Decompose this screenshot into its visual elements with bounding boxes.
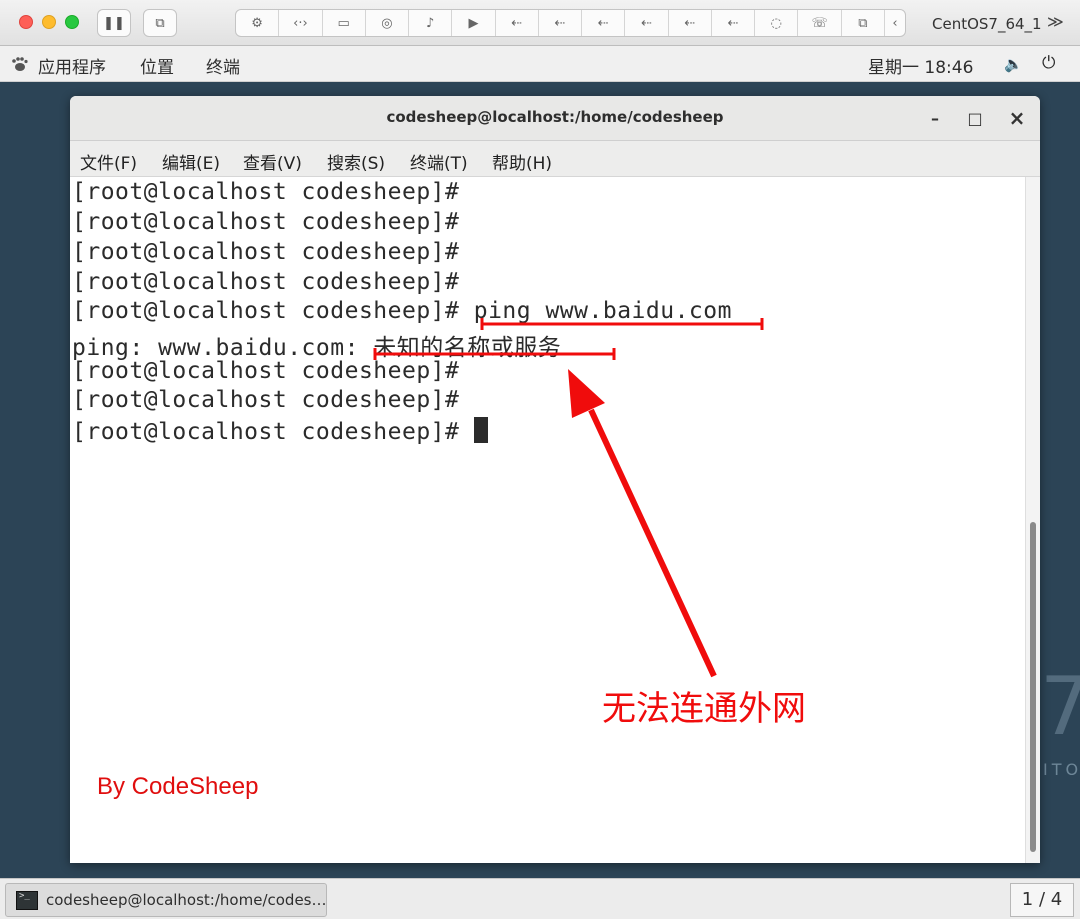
terminal-line: [root@localhost codesheep]# [72, 239, 460, 265]
usb-icon[interactable]: ⇠ [496, 10, 539, 36]
camera-icon[interactable]: ◎ [366, 10, 410, 36]
menu-applications[interactable]: 应用程序 [38, 53, 106, 78]
desktop-logo-text: ITO [1043, 760, 1080, 779]
menu-edit[interactable]: 编辑(E) [162, 149, 220, 174]
scrollbar-thumb[interactable] [1030, 522, 1036, 852]
snapshot-button[interactable]: ⧉ [143, 9, 177, 37]
terminal-line: [root@localhost codesheep]# [72, 179, 460, 205]
terminal-titlebar[interactable]: codesheep@localhost:/home/codesheep – □ … [70, 96, 1040, 141]
bottom-taskbar: codesheep@localhost:/home/codes… 1 / 4 [0, 878, 1080, 919]
mouse-icon[interactable]: ◌ [755, 10, 799, 36]
minimize-window-button[interactable] [42, 15, 56, 29]
sound-icon[interactable]: ♪ [409, 10, 453, 36]
chevron-left-icon[interactable]: ‹ [885, 10, 905, 36]
menu-view[interactable]: 查看(V) [243, 149, 302, 174]
pause-icon: ❚❚ [103, 15, 125, 31]
terminal-line: [root@localhost codesheep]# [72, 358, 460, 384]
network-icon[interactable]: ‹·› [279, 10, 323, 36]
usb-icon[interactable]: ⇠ [625, 10, 669, 36]
terminal-menubar: 文件(F) 编辑(E) 查看(V) 搜索(S) 终端(T) 帮助(H) [70, 141, 1040, 177]
menu-terminal[interactable]: 终端 [206, 53, 240, 78]
more-icon[interactable]: ≫ [1047, 12, 1064, 31]
device-toolbar: ⚙ ‹·› ▭ ◎ ♪ ▶ ⇠ ⇠ ⇠ ⇠ ⇠ ⇠ ◌ ☏ ⧉ ‹ [235, 9, 906, 37]
terminal-line-ping-error: ping: www.baidu.com: 未知的名称或服务 [72, 335, 562, 361]
terminal-line: [root@localhost codesheep]# [72, 269, 460, 295]
terminal-line-ping-command: [root@localhost codesheep]# ping www.bai… [72, 298, 732, 324]
annotation-label: 无法连通外网 [602, 689, 806, 729]
terminal-window: codesheep@localhost:/home/codesheep – □ … [70, 96, 1040, 863]
menu-terminal-settings[interactable]: 终端(T) [410, 149, 468, 174]
menu-search[interactable]: 搜索(S) [327, 149, 385, 174]
taskbar-window-label: codesheep@localhost:/home/codes… [46, 891, 327, 909]
shared-folder-icon[interactable]: ⧉ [842, 10, 885, 36]
text-cursor [473, 417, 488, 443]
usb-icon[interactable]: ⇠ [582, 10, 626, 36]
window-title: codesheep@localhost:/home/codesheep [386, 108, 724, 126]
volume-icon[interactable]: 🔈 [1004, 55, 1023, 73]
vm-name: CentOS7_64_1 [932, 15, 1042, 33]
terminal-line: [root@localhost codesheep]# [72, 209, 460, 235]
minimize-button[interactable]: – [923, 106, 947, 130]
workspace-indicator[interactable]: 1 / 4 [1010, 883, 1074, 917]
phone-icon[interactable]: ☏ [798, 10, 842, 36]
clock[interactable]: 星期一 18:46 [868, 53, 973, 78]
video-icon[interactable]: ▶ [452, 10, 496, 36]
fullscreen-window-button[interactable] [65, 15, 79, 29]
terminal-line-prompt: [root@localhost codesheep]# [72, 417, 488, 445]
menu-places[interactable]: 位置 [140, 53, 174, 78]
menu-file[interactable]: 文件(F) [80, 149, 137, 174]
usb-icon[interactable]: ⇠ [539, 10, 583, 36]
close-button[interactable]: × [1005, 106, 1029, 130]
vm-toolbar: ❚❚ ⧉ ⚙ ‹·› ▭ ◎ ♪ ▶ ⇠ ⇠ ⇠ ⇠ ⇠ ⇠ ◌ ☏ ⧉ ‹ C… [0, 0, 1080, 46]
gnome-top-bar: 应用程序 位置 终端 星期一 18:46 🔈 ⏻ [0, 46, 1080, 82]
desktop-logo: 7 [1040, 660, 1080, 753]
usb-icon[interactable]: ⇠ [712, 10, 756, 36]
terminal-icon [16, 891, 38, 910]
taskbar-window-button[interactable]: codesheep@localhost:/home/codes… [5, 883, 327, 917]
disk-icon[interactable]: ▭ [323, 10, 366, 36]
power-icon[interactable]: ⏻ [1042, 53, 1055, 73]
terminal-output[interactable]: [root@localhost codesheep]# [root@localh… [70, 177, 1025, 863]
usb-icon[interactable]: ⇠ [669, 10, 712, 36]
maximize-button[interactable]: □ [963, 106, 987, 130]
close-window-button[interactable] [19, 15, 33, 29]
snapshot-icon: ⧉ [155, 15, 165, 31]
settings-icon[interactable]: ⚙ [236, 10, 280, 36]
gnome-foot-icon [12, 57, 28, 71]
scrollbar[interactable] [1025, 177, 1040, 863]
brand-watermark: By CodeSheep [97, 773, 259, 800]
menu-help[interactable]: 帮助(H) [492, 149, 552, 174]
pause-vm-button[interactable]: ❚❚ [97, 9, 131, 37]
terminal-line: [root@localhost codesheep]# [72, 387, 460, 413]
